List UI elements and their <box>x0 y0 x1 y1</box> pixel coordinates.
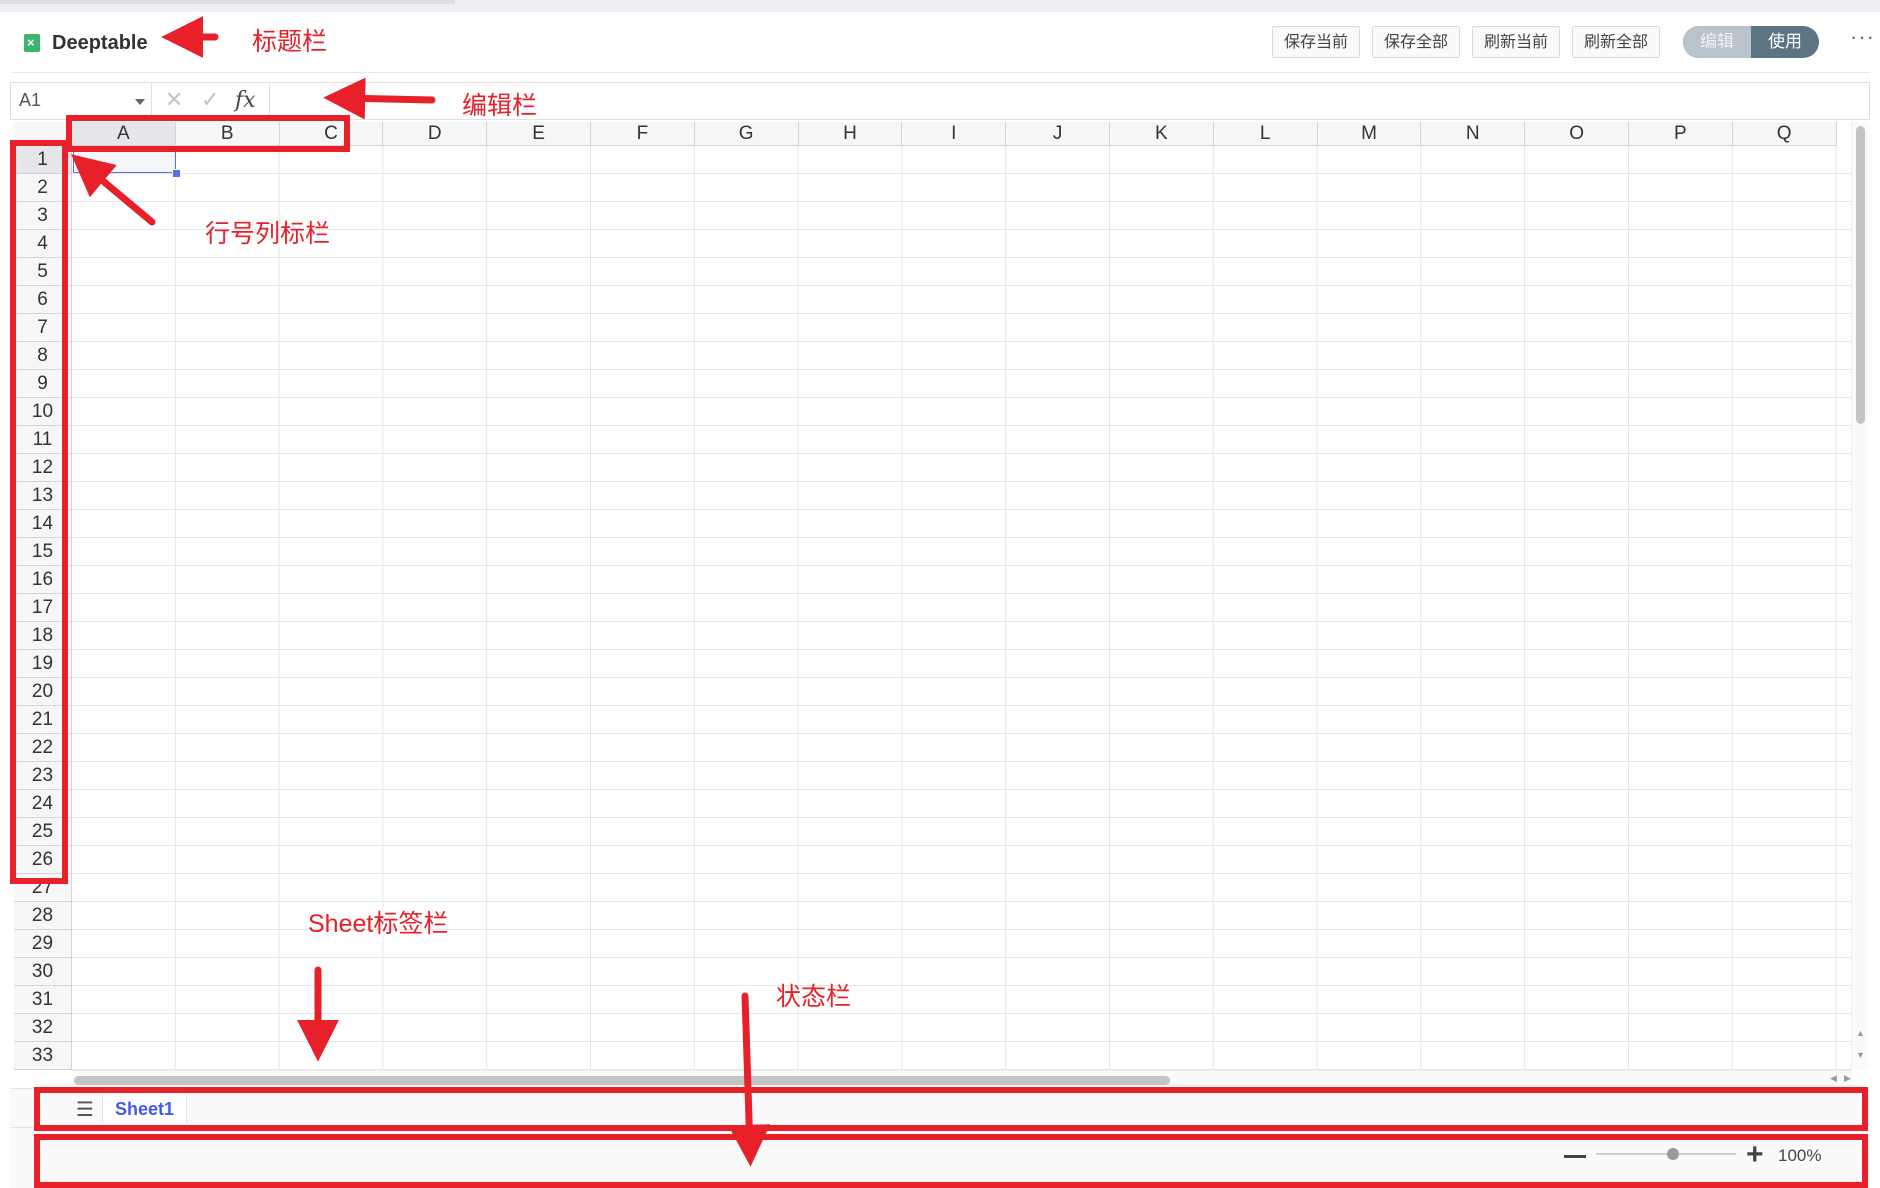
more-dots-icon[interactable]: ··· <box>1850 24 1875 50</box>
cell-reference[interactable]: A1 <box>19 90 41 111</box>
annotation-row-col-header: 行号列标栏 <box>205 220 331 248</box>
row-header[interactable]: 28 <box>14 902 72 930</box>
column-header[interactable]: E <box>487 122 591 146</box>
save-current-button[interactable]: 保存当前 <box>1272 26 1360 58</box>
row-header[interactable]: 29 <box>14 930 72 958</box>
column-header[interactable]: M <box>1317 122 1422 146</box>
column-header[interactable]: D <box>383 122 488 146</box>
scroll-up-icon[interactable]: ▲ <box>1856 1028 1865 1038</box>
column-header[interactable]: I <box>902 122 1007 146</box>
column-header[interactable]: Q <box>1732 122 1837 146</box>
row-header[interactable]: 31 <box>14 986 72 1014</box>
column-header[interactable]: F <box>591 122 695 146</box>
column-header[interactable]: K <box>1110 122 1214 146</box>
save-all-button[interactable]: 保存全部 <box>1372 26 1460 58</box>
annotation-edit-bar: 编辑栏 <box>462 92 538 120</box>
chevron-down-icon[interactable] <box>135 99 145 105</box>
horizontal-scroll-thumb[interactable] <box>74 1076 1170 1085</box>
annotation-box-status-bar <box>34 1134 1868 1188</box>
scroll-right-icon[interactable]: ▶ <box>1844 1073 1851 1084</box>
column-header[interactable]: G <box>694 122 799 146</box>
row-header[interactable]: 30 <box>14 958 72 986</box>
app-title: Deeptable <box>52 32 148 54</box>
name-box[interactable]: A1 <box>11 83 152 119</box>
vertical-scroll-thumb[interactable] <box>1856 126 1865 424</box>
fill-handle[interactable] <box>172 169 181 178</box>
mode-edit-option[interactable]: 编辑 <box>1683 26 1751 58</box>
annotation-box-column-headers <box>66 115 350 152</box>
annotation-box-sheet-bar <box>34 1087 1868 1131</box>
column-header[interactable]: O <box>1525 122 1629 146</box>
row-header[interactable]: 33 <box>14 1042 72 1070</box>
fx-icon[interactable]: fx <box>235 88 256 113</box>
annotation-sheet-tab-bar: Sheet标签栏 <box>308 910 449 938</box>
column-header[interactable]: H <box>798 122 903 146</box>
refresh-current-button[interactable]: 刷新当前 <box>1472 26 1560 58</box>
scroll-down-icon[interactable]: ▼ <box>1856 1050 1865 1060</box>
vertical-scrollbar[interactable]: ▲ ▼ <box>1851 122 1868 1070</box>
close-icon[interactable]: ✕ <box>165 87 183 113</box>
scroll-left-icon[interactable]: ◀ <box>1830 1073 1837 1084</box>
formula-divider <box>269 83 270 119</box>
spreadsheet-grid: ABCDEFGHIJKLMNOPQ 1 2 3 4 5 6 7 8 9 10 11 12 13 14 15 1… <box>14 122 1851 1070</box>
column-header[interactable]: J <box>1006 122 1110 146</box>
column-header[interactable]: L <box>1213 122 1318 146</box>
mode-use-option[interactable]: 使用 <box>1751 26 1819 58</box>
column-header[interactable]: P <box>1629 122 1733 146</box>
check-icon[interactable]: ✓ <box>201 87 219 113</box>
annotation-status-bar: 状态栏 <box>776 983 852 1011</box>
annotation-box-row-headers <box>10 140 68 884</box>
mode-toggle[interactable]: 编辑 使用 <box>1683 26 1819 58</box>
refresh-all-button[interactable]: 刷新全部 <box>1572 26 1660 58</box>
tab-hint <box>0 0 455 4</box>
annotation-title-bar: 标题栏 <box>252 28 328 56</box>
browser-tab-strip <box>0 0 1880 12</box>
spreadsheet-app-icon <box>24 34 40 52</box>
row-header[interactable]: 32 <box>14 1014 72 1042</box>
column-header[interactable]: N <box>1421 122 1526 146</box>
